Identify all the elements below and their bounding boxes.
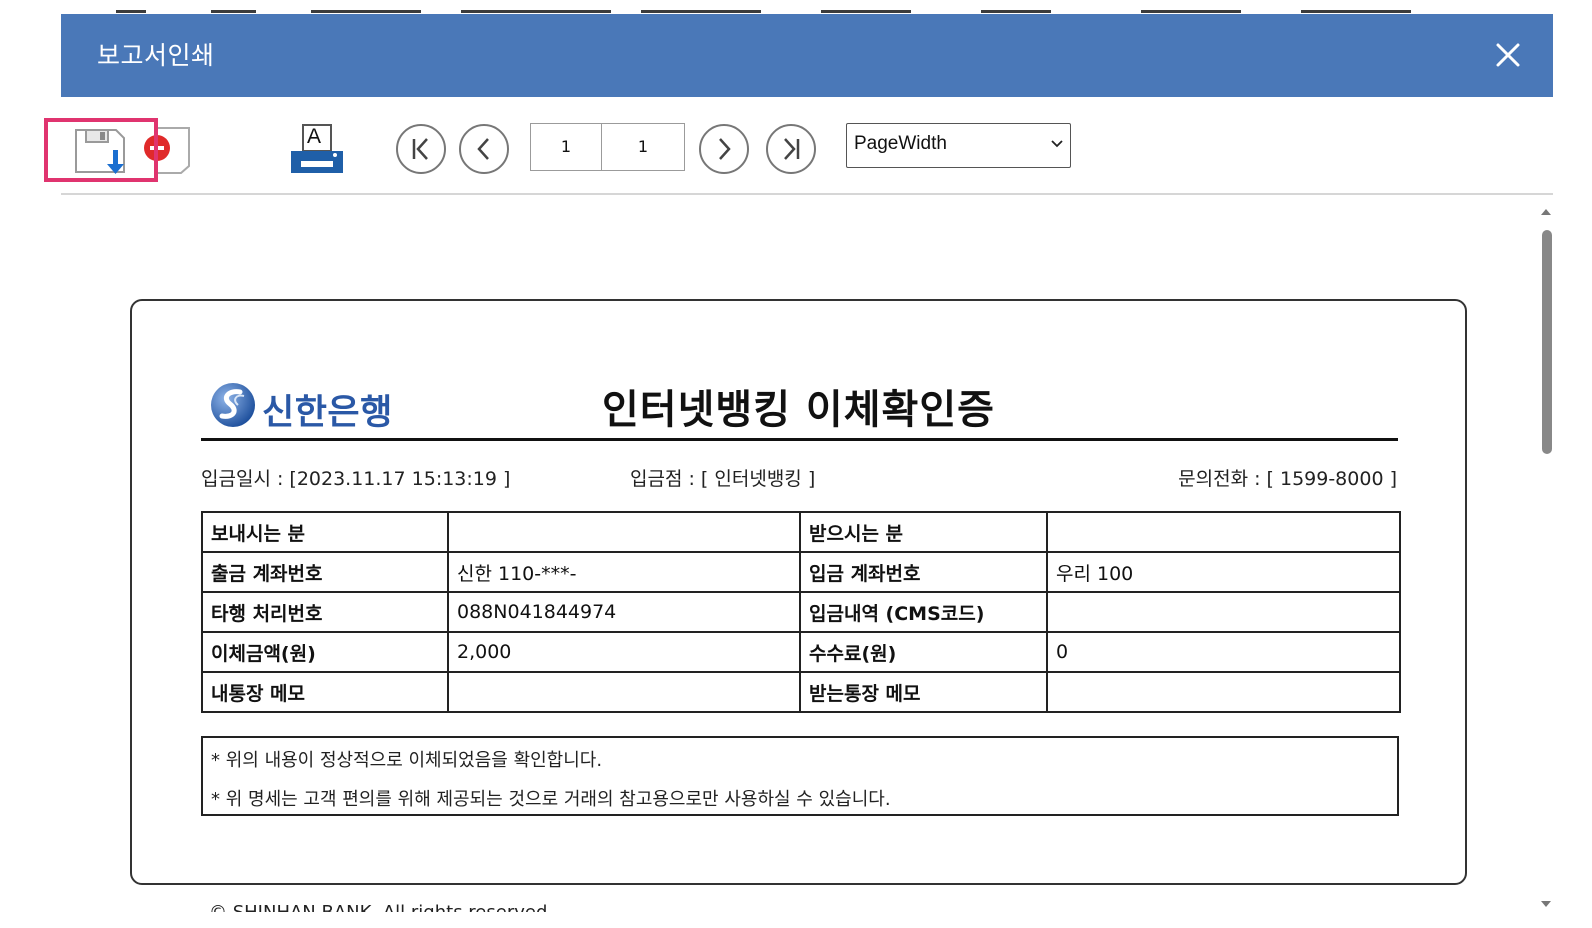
scrollbar-thumb[interactable] [1542, 230, 1552, 454]
table-row: 보내시는 분 받으시는 분 [201, 511, 1401, 553]
deposit-account-label: 입금 계좌번호 [799, 551, 1048, 593]
sender-value [447, 511, 801, 553]
deposit-detail-value [1046, 591, 1401, 633]
recipient-value [1046, 511, 1401, 553]
withdraw-account-label: 출금 계좌번호 [201, 551, 449, 593]
next-page-icon [719, 138, 731, 160]
fee-value: 0 [1046, 631, 1401, 673]
sender-label: 보내시는 분 [201, 511, 449, 553]
inquiry-phone: 문의전화 : [ 1599-8000 ] [1178, 468, 1397, 490]
report-page: 신한은행 인터넷뱅킹 이체확인증 입금일시 : [2023.11.17 15:1… [130, 299, 1467, 885]
last-page-button[interactable] [766, 124, 816, 174]
note-confirm: * 위의 내용이 정상적으로 이체되었음을 확인합니다. [211, 750, 603, 771]
recipient-memo-value [1046, 671, 1401, 713]
window-top-strip [61, 0, 1553, 14]
withdraw-account-value: 신한 110-***- [447, 551, 801, 593]
scroll-down-icon[interactable] [1540, 900, 1552, 908]
my-memo-label: 내통장 메모 [201, 671, 449, 713]
next-page-button[interactable] [699, 124, 749, 174]
deposit-branch: 입금점 : [ 인터넷뱅킹 ] [630, 468, 816, 490]
zoom-value: PageWidth [854, 133, 947, 154]
interbank-number-value: 088N041844974 [447, 591, 801, 633]
zoom-select[interactable]: PageWidth [846, 123, 1071, 168]
interbank-number-label: 타행 처리번호 [201, 591, 449, 633]
deposit-account-value: 우리 100 [1046, 551, 1401, 593]
title-rule [201, 438, 1398, 441]
table-row: 출금 계좌번호 신한 110-***- 입금 계좌번호 우리 100 [201, 551, 1401, 593]
transfer-info-table: 보내시는 분 받으시는 분 출금 계좌번호 신한 110-***- 입금 계좌번… [201, 511, 1401, 713]
close-icon [1496, 43, 1520, 67]
dialog-title: 보고서인쇄 [97, 41, 215, 70]
toolbar-divider [61, 193, 1553, 195]
recipient-label: 받으시는 분 [799, 511, 1048, 553]
report-viewport: 신한은행 인터넷뱅킹 이체확인증 입금일시 : [2023.11.17 15:1… [61, 196, 1531, 912]
transfer-amount-label: 이체금액(원) [201, 631, 449, 673]
recipient-memo-label: 받는통장 메모 [799, 671, 1048, 713]
dialog-title-bar: 보고서인쇄 [61, 14, 1553, 97]
table-row: 이체금액(원) 2,000 수수료(원) 0 [201, 631, 1401, 673]
first-page-icon [412, 138, 428, 160]
my-memo-value [447, 671, 801, 713]
print-button[interactable]: A [289, 123, 345, 177]
print-icon-letter: A [307, 125, 322, 148]
shinhan-logo-icon [211, 383, 255, 427]
last-page-icon [784, 138, 800, 160]
deposit-detail-label: 입금내역 (CMS코드) [799, 591, 1048, 633]
scroll-up-icon[interactable] [1540, 208, 1552, 216]
report-title: 인터넷뱅킹 이체확인증 [602, 387, 995, 433]
deposit-datetime: 입금일시 : [2023.11.17 15:13:19 ] [201, 468, 511, 490]
first-page-button[interactable] [396, 124, 446, 174]
vertical-scrollbar[interactable] [1536, 200, 1556, 912]
fee-label: 수수료(원) [799, 631, 1048, 673]
note-disclaimer: * 위 명세는 고객 편의를 위해 제공되는 것으로 거래의 참고용으로만 사용… [211, 789, 891, 810]
transfer-amount-value: 2,000 [447, 631, 801, 673]
notes-box: * 위의 내용이 정상적으로 이체되었음을 확인합니다. * 위 명세는 고객 … [201, 736, 1399, 816]
table-row: 타행 처리번호 088N041844974 입금내역 (CMS코드) [201, 591, 1401, 633]
copyright-text: © SHINHAN BANK. All rights reserved. [209, 902, 553, 912]
table-row: 내통장 메모 받는통장 메모 [201, 671, 1401, 713]
highlight-frame [44, 118, 158, 182]
prev-page-icon [477, 138, 489, 160]
close-button[interactable] [1495, 42, 1521, 68]
dropdown-chevron-icon [1051, 140, 1063, 148]
prev-page-button[interactable] [459, 124, 509, 174]
bank-name: 신한은행 [262, 393, 393, 433]
current-page-input[interactable]: 1 [530, 123, 602, 171]
total-pages-field: 1 [601, 123, 685, 171]
